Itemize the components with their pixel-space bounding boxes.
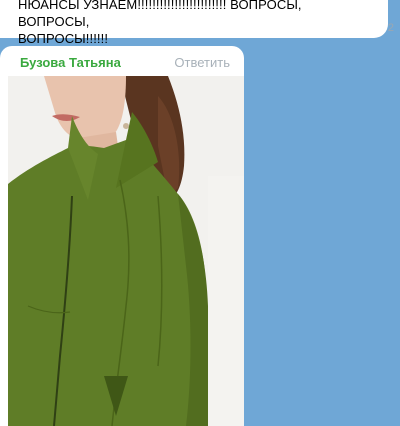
previous-message-bubble[interactable]: НЮАНСЫ УЗНАЕМ!!!!!!!!!!!!!!!!!!!!!!!! ВО… [0, 0, 394, 46]
previous-message-time: 2 [387, 22, 394, 34]
sender-name[interactable]: Бузова Татьяна [20, 55, 121, 70]
reply-button[interactable]: Ответить [174, 55, 230, 70]
message-header: Бузова Татьяна Ответить [0, 46, 244, 76]
message-photo[interactable] [8, 76, 244, 426]
photo-image [8, 76, 244, 426]
photo-message-bubble[interactable]: Бузова Татьяна Ответить [0, 46, 244, 426]
chat-area: НЮАНСЫ УЗНАЕМ!!!!!!!!!!!!!!!!!!!!!!!! ВО… [0, 0, 400, 426]
previous-message-text: НЮАНСЫ УЗНАЕМ!!!!!!!!!!!!!!!!!!!!!!!! ВО… [18, 0, 302, 46]
